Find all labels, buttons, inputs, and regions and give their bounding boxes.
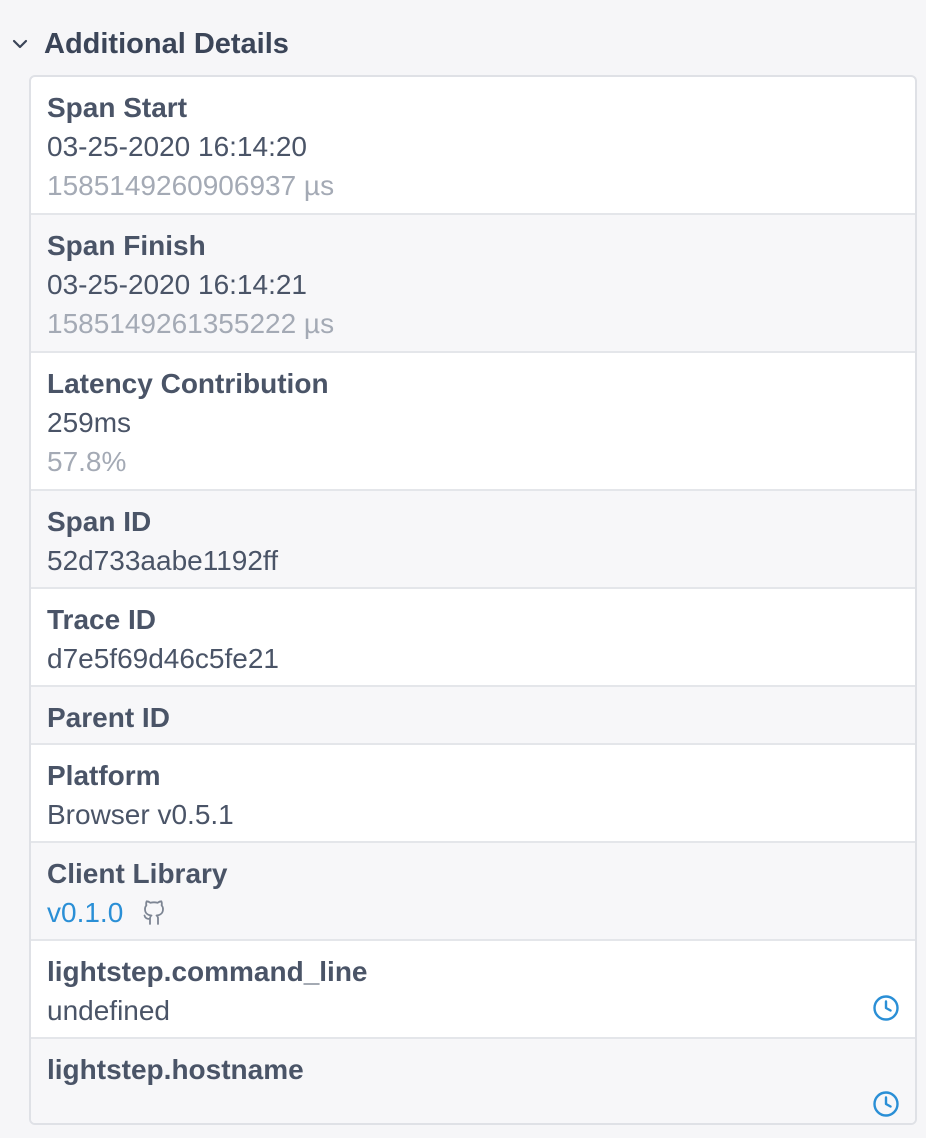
detail-value: 03-25-2020 16:14:21 — [47, 269, 307, 300]
detail-subvalue: 57.8% — [47, 446, 127, 477]
detail-value: 52d733aabe1192ff — [47, 545, 278, 576]
detail-row-span-start: Span Start 03-25-2020 16:14:20 158514926… — [31, 77, 915, 215]
detail-row-parent-id: Parent ID — [31, 687, 915, 745]
detail-label: Client Library — [47, 858, 228, 889]
detail-label: Span Finish — [47, 230, 206, 261]
detail-row-span-id: Span ID 52d733aabe1192ff — [31, 491, 915, 589]
detail-value: 03-25-2020 16:14:20 — [47, 131, 307, 162]
detail-row-command-line: lightstep.command_line undefined — [31, 941, 915, 1039]
detail-label: Latency Contribution — [47, 368, 329, 399]
detail-label: Platform — [47, 760, 161, 791]
detail-value-container: v0.1.0 — [47, 893, 899, 933]
detail-row-hostname: lightstep.hostname — [31, 1039, 915, 1123]
detail-label: lightstep.hostname — [47, 1054, 304, 1085]
clock-icon[interactable] — [871, 993, 901, 1023]
detail-label: Span ID — [47, 506, 152, 537]
detail-label: Trace ID — [47, 604, 156, 635]
clock-icon[interactable] — [871, 1089, 901, 1119]
details-card: Span Start 03-25-2020 16:14:20 158514926… — [29, 75, 917, 1125]
detail-value: undefined — [47, 995, 171, 1026]
detail-value: d7e5f69d46c5fe21 — [47, 643, 279, 674]
detail-row-client-library: Client Library v0.1.0 — [31, 843, 915, 941]
detail-label: Span Start — [47, 92, 188, 123]
chevron-down-icon — [12, 39, 28, 49]
section-title: Additional Details — [44, 27, 289, 60]
section-header-additional-details[interactable]: Additional Details — [0, 22, 289, 66]
detail-subvalue: 1585149261355222 µs — [47, 308, 335, 339]
detail-row-latency-contribution: Latency Contribution 259ms 57.8% — [31, 353, 915, 491]
detail-subvalue: 1585149260906937 µs — [47, 170, 335, 201]
detail-row-platform: Platform Browser v0.5.1 — [31, 745, 915, 843]
detail-row-span-finish: Span Finish 03-25-2020 16:14:21 15851492… — [31, 215, 915, 353]
detail-row-trace-id: Trace ID d7e5f69d46c5fe21 — [31, 589, 915, 687]
client-library-version-link[interactable]: v0.1.0 — [47, 897, 123, 928]
github-icon[interactable] — [139, 897, 169, 927]
detail-value: 259ms — [47, 407, 132, 438]
detail-value: Browser v0.5.1 — [47, 799, 234, 830]
detail-label: Parent ID — [47, 702, 170, 733]
detail-label: lightstep.command_line — [47, 956, 368, 987]
